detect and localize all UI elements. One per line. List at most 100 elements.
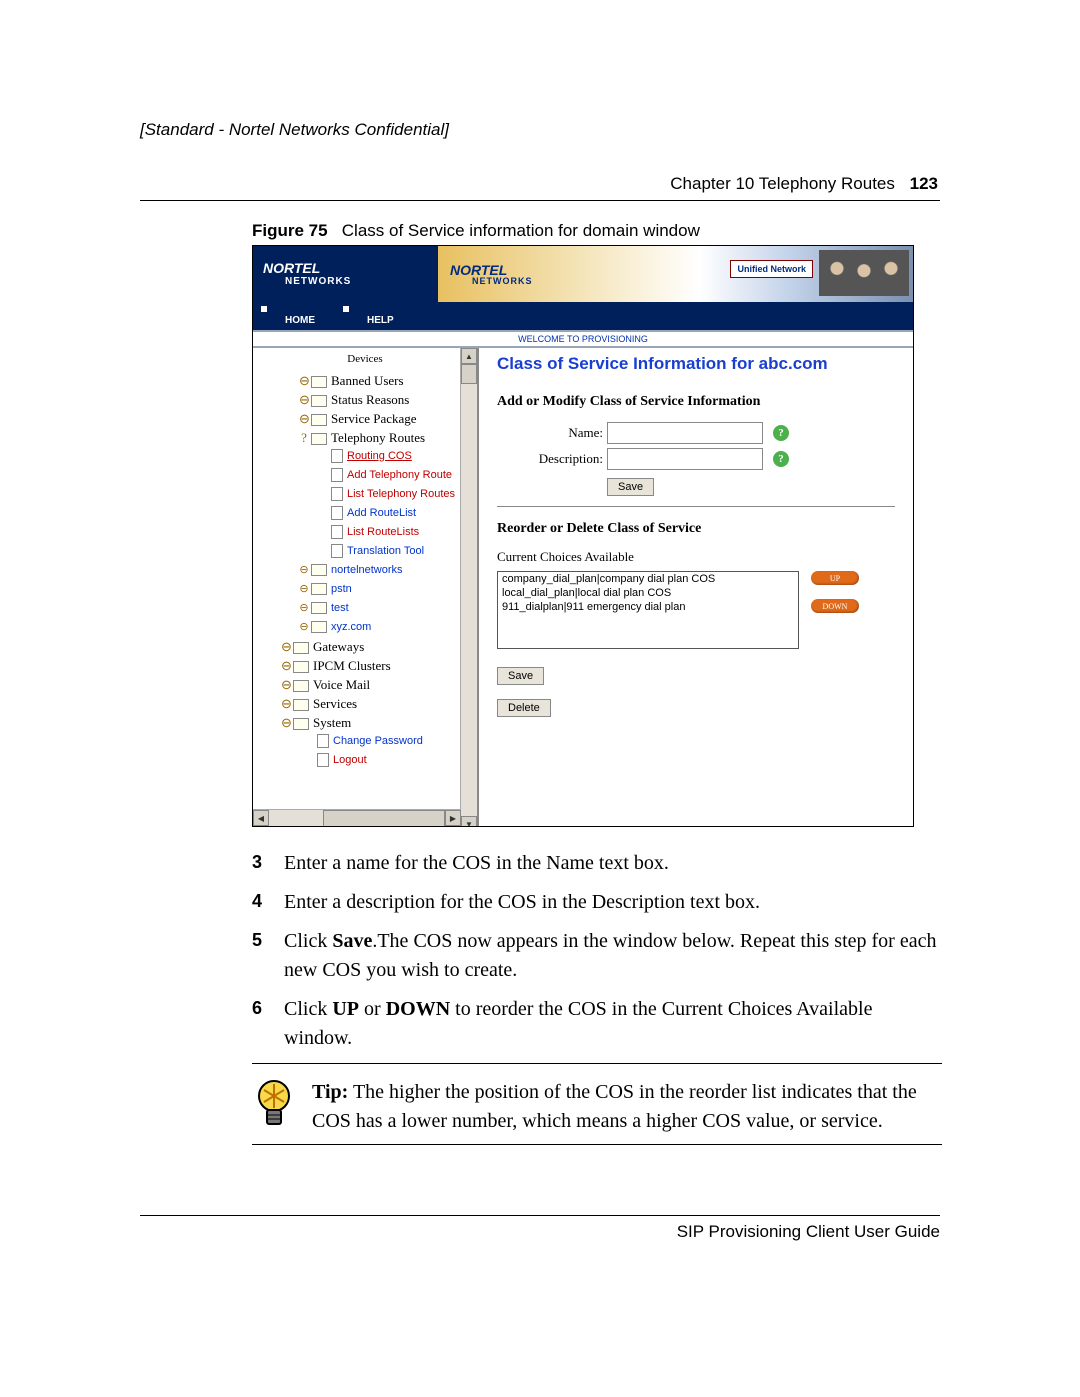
sidebar-item-telephony-routes[interactable]: ?Telephony Routes [253,428,477,447]
sidebar-item-voicemail[interactable]: ⊖Voice Mail [253,675,477,694]
sidebar-item-add-routelist[interactable]: Add RouteList [253,504,477,523]
save-button-2[interactable]: Save [497,667,544,685]
step-number: 5 [252,927,284,985]
nav-help[interactable]: HELP [359,311,402,330]
page-number: 123 [910,174,938,193]
t: DOWN [386,998,450,1020]
unified-network-badge: Unified Network [730,260,813,278]
help-icon[interactable]: ? [773,425,789,441]
choices-listbox[interactable]: company_dial_plan|company dial plan COS … [497,571,799,649]
sidebar-item-service-package[interactable]: ⊖Service Package [253,409,477,428]
sidebar-item-test[interactable]: ⊖test [253,599,477,618]
sidebar-item-xyz[interactable]: ⊖xyz.com [253,618,477,637]
tip-text: Tip: The higher the position of the COS … [312,1078,940,1136]
work-area: Devices ⊖Banned Users ⊖Status Reasons ⊖S… [253,348,913,826]
label: Status Reasons [331,392,409,407]
page-footer: SIP Provisioning Client User Guide [140,1215,940,1242]
sidebar-item-ipcm[interactable]: ⊖IPCM Clusters [253,656,477,675]
brand-name: NORTEL [263,260,320,276]
nav-home[interactable]: HOME [277,311,323,330]
t: .The COS now appears in the window below… [284,930,936,981]
step-text: Click Save.The COS now appears in the wi… [284,927,940,985]
name-label: Name: [517,425,607,441]
sidebar-item-status-reasons[interactable]: ⊖Status Reasons [253,390,477,409]
sidebar-scrollbar-vertical[interactable]: ▲ ▼ [460,348,477,826]
brand-sub-2: NETWORKS [472,277,533,286]
delete-button[interactable]: Delete [497,699,551,717]
sidebar-item-logout[interactable]: Logout [253,751,477,770]
sidebar-item-add-telephony-route[interactable]: Add Telephony Route [253,466,477,485]
figure-label: Figure 75 [252,221,328,240]
sidebar-item-services[interactable]: ⊖Services [253,694,477,713]
brand-right: NORTEL NETWORKS Unified Network [438,246,913,302]
step-text: Enter a name for the COS in the Name tex… [284,849,940,878]
label: Add RouteList [347,507,416,519]
header-rule [140,200,940,201]
sidebar-item-list-routelists[interactable]: List RouteLists [253,523,477,542]
label: nortelnetworks [331,564,403,576]
welcome-bar: WELCOME TO PROVISIONING [253,330,913,348]
sidebar-item-routing-cos[interactable]: Routing COS [253,447,477,466]
sidebar-item-nortelnetworks[interactable]: ⊖nortelnetworks [253,561,477,580]
sidebar-item-gateways[interactable]: ⊖Gateways [253,637,477,656]
sidebar-item-system[interactable]: ⊖System [253,713,477,732]
sidebar: Devices ⊖Banned Users ⊖Status Reasons ⊖S… [253,348,479,826]
scroll-left-icon[interactable]: ◀ [253,810,269,826]
nav-dot-2 [343,306,349,312]
label: test [331,602,349,614]
up-button[interactable]: UP [811,571,859,585]
down-button[interactable]: DOWN [811,599,859,613]
t: Click [284,930,332,952]
main-panel: Class of Service Information for abc.com… [479,348,913,826]
label: Voice Mail [313,677,370,692]
sidebar-item-banned-users[interactable]: ⊖Banned Users [253,371,477,390]
help-icon[interactable]: ? [773,451,789,467]
name-input[interactable] [607,422,763,444]
step-number: 3 [252,849,284,878]
scroll-h-thumb[interactable] [323,810,445,826]
label: List RouteLists [347,526,419,538]
list-item[interactable]: 911_dialplan|911 emergency dial plan [498,600,798,614]
label: Change Password [333,735,423,747]
scroll-right-icon[interactable]: ▶ [445,810,461,826]
label: List Telephony Routes [347,488,455,500]
t: or [359,998,386,1020]
list-item[interactable]: company_dial_plan|company dial plan COS [498,572,798,586]
description-input[interactable] [607,448,763,470]
label: Banned Users [331,373,404,388]
step-text: Click UP or DOWN to reorder the COS in t… [284,995,940,1053]
figure-caption: Figure 75 Class of Service information f… [252,221,940,241]
label: pstn [331,583,352,595]
scroll-down-icon[interactable]: ▼ [461,816,477,826]
chapter-header: Chapter 10 Telephony Routes 123 [140,174,940,194]
sidebar-item-change-password[interactable]: Change Password [253,732,477,751]
sidebar-item-translation-tool[interactable]: Translation Tool [253,542,477,561]
label: Add Telephony Route [347,469,452,481]
tip-row: Tip: The higher the position of the COS … [252,1078,940,1136]
t: Click [284,998,332,1020]
sidebar-scrollbar-horizontal[interactable]: ◀ ▶ [253,809,461,826]
step-text: Enter a description for the COS in the D… [284,888,940,917]
figure-text: Class of Service information for domain … [342,221,700,240]
label: Translation Tool [347,545,424,557]
instruction-steps: 3 Enter a name for the COS in the Name t… [252,849,940,1053]
label: Gateways [313,639,364,654]
app-banner: NORTEL NETWORKS NORTEL NETWORKS Unified … [253,246,913,302]
brand-sub: NETWORKS [285,276,351,287]
banner-photo [819,250,909,296]
t: UP [332,998,359,1020]
list-item[interactable]: local_dial_plan|local dial plan COS [498,586,798,600]
tip-rule-bottom [252,1144,942,1145]
label: System [313,715,351,730]
scroll-up-icon[interactable]: ▲ [461,348,477,364]
sidebar-item-pstn[interactable]: ⊖pstn [253,580,477,599]
nav-dot-1 [261,306,267,312]
nav-strip: HOME HELP [253,302,913,330]
scroll-thumb[interactable] [461,364,477,384]
chapter-title: Chapter 10 Telephony Routes [670,174,895,193]
label: Logout [333,754,367,766]
sidebar-item-list-telephony-routes[interactable]: List Telephony Routes [253,485,477,504]
t: Save [332,930,372,952]
save-button[interactable]: Save [607,478,654,496]
sidebar-devices-header: Devices [253,350,477,369]
